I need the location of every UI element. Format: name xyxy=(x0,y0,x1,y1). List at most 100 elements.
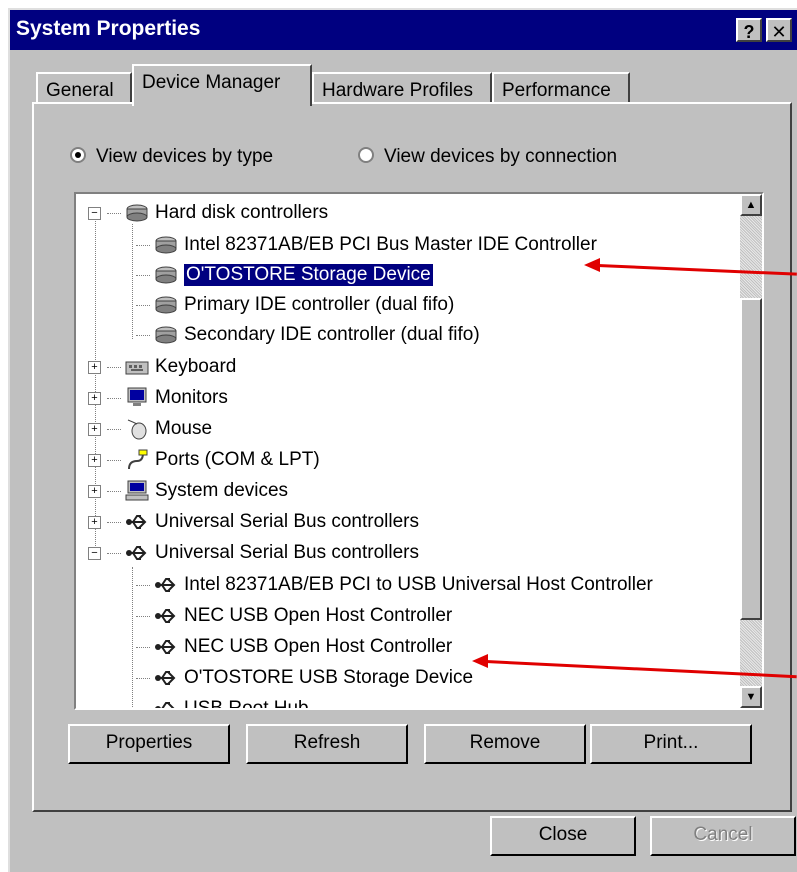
tree-group-hard-disk[interactable]: − Hard disk controllers xyxy=(88,198,328,228)
annotation-arrowhead xyxy=(584,258,600,272)
usb-icon xyxy=(126,546,147,560)
view-by-connection-label: View devices by connection xyxy=(384,146,618,167)
tree-group-usb-expanded[interactable]: − Universal Serial Bus controllers xyxy=(88,538,419,568)
tree-item-label: Primary IDE controller (dual fifo) xyxy=(184,294,455,315)
expand-icon[interactable]: + xyxy=(88,453,101,467)
view-by-connection-option[interactable]: View devices by connection xyxy=(358,146,617,168)
tree-connector xyxy=(136,584,150,586)
close-window-button[interactable]: ✕ xyxy=(766,18,792,42)
view-by-type-option[interactable]: View devices by type xyxy=(70,146,273,168)
tree-connector xyxy=(107,366,121,368)
tree-connector xyxy=(136,334,150,336)
tree-connector xyxy=(136,244,150,246)
tab-hardware-profiles[interactable]: Hardware Profiles xyxy=(312,72,492,106)
tree-item-selected[interactable]: O'TOSTORE Storage Device xyxy=(136,260,434,290)
close-button[interactable]: Close xyxy=(490,816,636,856)
tree-group-mouse[interactable]: + Mouse xyxy=(88,414,212,444)
port-icon xyxy=(128,449,148,470)
tree-item-label: O'TOSTORE Storage Device xyxy=(183,263,434,287)
tree-connector xyxy=(107,459,121,461)
tree-item-label: Intel 82371AB/EB PCI to USB Universal Ho… xyxy=(184,574,653,595)
expand-icon[interactable]: + xyxy=(88,422,101,436)
scroll-thumb[interactable] xyxy=(740,298,762,620)
tree-group-keyboard[interactable]: + Keyboard xyxy=(88,352,236,382)
tree-group-usb[interactable]: + Universal Serial Bus controllers xyxy=(88,507,419,537)
expand-icon[interactable]: + xyxy=(88,515,101,529)
system-properties-window: System Properties ? ✕ General Device Man… xyxy=(8,8,797,872)
monitor-icon xyxy=(127,387,147,406)
tree-item[interactable]: Secondary IDE controller (dual fifo) xyxy=(136,320,480,350)
tree-connector xyxy=(136,304,150,306)
tree-connector xyxy=(136,615,150,617)
usb-icon xyxy=(155,640,176,654)
view-by-type-label: View devices by type xyxy=(96,146,274,167)
usb-icon xyxy=(155,671,176,685)
tree-group-monitors[interactable]: + Monitors xyxy=(88,383,228,413)
properties-button[interactable]: Properties xyxy=(68,724,230,764)
tree-item[interactable]: Intel 82371AB/EB PCI Bus Master IDE Cont… xyxy=(136,230,597,260)
tree-group-label: Universal Serial Bus controllers xyxy=(155,511,419,532)
disk-controller-icon xyxy=(155,296,177,314)
title-bar[interactable]: System Properties ? ✕ xyxy=(10,10,797,50)
disk-controller-icon xyxy=(155,266,177,284)
usb-icon xyxy=(155,578,176,592)
tree-connector xyxy=(107,212,121,214)
tree-group-label: Ports (COM & LPT) xyxy=(155,449,320,470)
tree-item[interactable]: NEC USB Open Host Controller xyxy=(136,601,452,631)
tree-group-label: Monitors xyxy=(155,387,228,408)
computer-icon xyxy=(125,480,149,501)
tab-performance[interactable]: Performance xyxy=(492,72,630,106)
tree-connector xyxy=(107,490,121,492)
expand-icon[interactable]: + xyxy=(88,391,101,405)
radio-unselected-icon[interactable] xyxy=(358,146,374,163)
collapse-icon[interactable]: − xyxy=(88,546,101,560)
tree-item-label: Secondary IDE controller (dual fifo) xyxy=(184,324,480,345)
tree-item-label: USB Root Hub xyxy=(184,698,309,710)
disk-controller-icon xyxy=(155,236,177,254)
tree-guide-line xyxy=(132,224,133,339)
tree-item[interactable]: Intel 82371AB/EB PCI to USB Universal Ho… xyxy=(136,570,653,600)
tree-connector xyxy=(136,646,150,648)
tree-item[interactable]: Primary IDE controller (dual fifo) xyxy=(136,290,454,320)
usb-icon xyxy=(126,515,147,529)
tree-item-label: NEC USB Open Host Controller xyxy=(184,636,453,657)
tab-general[interactable]: General xyxy=(36,72,132,106)
tree-group-label: Keyboard xyxy=(155,356,237,377)
window-title: System Properties xyxy=(16,17,201,40)
tab-device-manager[interactable]: Device Manager xyxy=(132,64,312,106)
mouse-icon xyxy=(127,419,147,440)
tree-group-label: Hard disk controllers xyxy=(155,202,329,223)
tree-item-label: NEC USB Open Host Controller xyxy=(184,605,453,626)
cancel-button: Cancel xyxy=(650,816,796,856)
radio-selected-icon[interactable] xyxy=(70,146,86,163)
expand-icon[interactable]: + xyxy=(88,484,101,498)
tree-item-label: O'TOSTORE USB Storage Device xyxy=(184,667,474,688)
tree-group-label: Mouse xyxy=(155,418,213,439)
usb-icon xyxy=(155,609,176,623)
expand-icon[interactable]: + xyxy=(88,360,101,374)
tree-item[interactable]: O'TOSTORE USB Storage Device xyxy=(136,663,473,693)
disk-controller-icon xyxy=(155,326,177,344)
tree-item[interactable]: NEC USB Open Host Controller xyxy=(136,632,452,662)
tree-group-system-devices[interactable]: + System devices xyxy=(88,476,288,506)
tree-group-ports[interactable]: + Ports (COM & LPT) xyxy=(88,445,320,475)
help-button[interactable]: ? xyxy=(736,18,762,42)
refresh-button[interactable]: Refresh xyxy=(246,724,408,764)
remove-button[interactable]: Remove xyxy=(424,724,586,764)
tree-connector xyxy=(136,677,150,679)
scroll-down-button[interactable]: ▼ xyxy=(740,686,762,708)
scroll-up-button[interactable]: ▲ xyxy=(740,194,762,216)
disk-controller-icon xyxy=(126,204,148,222)
tree-connector xyxy=(136,709,150,710)
tree-item-label: Intel 82371AB/EB PCI Bus Master IDE Cont… xyxy=(184,234,597,255)
tree-connector xyxy=(107,397,121,399)
tree-group-label: System devices xyxy=(155,480,289,501)
tree-connector xyxy=(107,552,121,554)
tree-item[interactable]: USB Root Hub xyxy=(136,694,309,710)
print-button[interactable]: Print... xyxy=(590,724,752,764)
tree-connector xyxy=(107,428,121,430)
tree-connector xyxy=(136,274,150,276)
tree-group-label: Universal Serial Bus controllers xyxy=(155,542,419,563)
annotation-arrowhead xyxy=(472,654,488,668)
collapse-icon[interactable]: − xyxy=(88,206,101,220)
